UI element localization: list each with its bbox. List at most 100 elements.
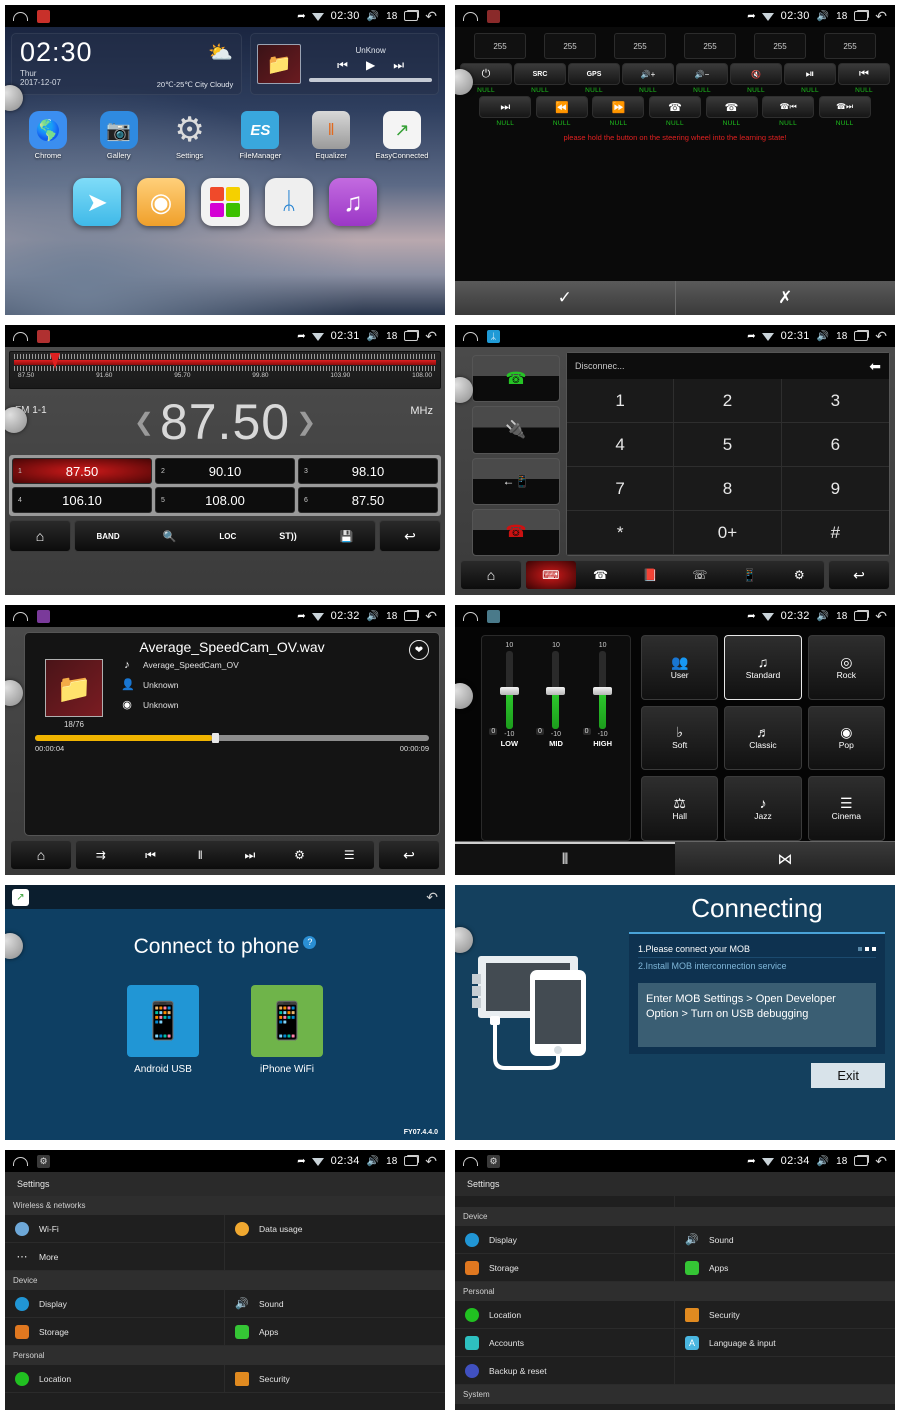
back-icon[interactable]: ↶ (425, 9, 437, 23)
previous-icon[interactable]: ⏮ (337, 58, 348, 73)
dial-key[interactable]: # (781, 511, 889, 555)
adc-value[interactable]: 255 (684, 33, 736, 59)
transfer-to-phone-icon[interactable]: ←📱 (472, 457, 560, 505)
settings-item-security[interactable]: Security (675, 1301, 895, 1329)
option-iphone-wifi[interactable]: 📱 iPhone WiFi (251, 985, 323, 1075)
settings-item-more[interactable]: ⋯ More (5, 1243, 225, 1271)
steering-function[interactable]: ☎⏮ NULL (762, 96, 815, 127)
clock-weather-widget[interactable]: 02:30 Thur 2017-12-07 ⛅ 20℃-25℃ City Clo… (11, 33, 243, 95)
slider-thumb[interactable] (593, 686, 613, 695)
preset-hall[interactable]: ⚖ Hall (641, 776, 719, 841)
dial-key[interactable]: 9 (781, 467, 889, 511)
stereo-icon[interactable]: ST)) (279, 531, 297, 541)
home-icon[interactable] (463, 1156, 478, 1166)
missed-call-icon[interactable]: ☏ (675, 561, 725, 589)
settings-item-data-usage[interactable]: Data usage (225, 1215, 445, 1243)
dial-key[interactable]: 3 (781, 379, 889, 423)
loc-icon[interactable]: LOC (219, 532, 236, 541)
adc-value[interactable]: 255 (614, 33, 666, 59)
dial-key[interactable]: 7 (567, 467, 675, 511)
app-filemanager[interactable]: ES FileManager (229, 111, 291, 160)
recents-icon[interactable] (404, 11, 419, 21)
dial-key[interactable]: 6 (781, 423, 889, 467)
home-icon[interactable] (13, 611, 28, 621)
adc-value[interactable]: 255 (544, 33, 596, 59)
home-button-icon[interactable]: ⌂ (10, 840, 72, 870)
frequency-dial[interactable]: 87.50 91.60 95.70 99.80 103.90 108.00 (9, 351, 441, 389)
app-settings[interactable]: ⚙ Settings (159, 111, 221, 160)
rotary-knob[interactable] (5, 407, 27, 433)
band-slider-high[interactable]: 10 0 -10 HIGH (582, 642, 623, 834)
slider-thumb[interactable] (499, 686, 519, 695)
option-android-usb[interactable]: 📱 Android USB (127, 985, 199, 1075)
number-input[interactable]: Disconnec... ⬅ (567, 353, 889, 379)
previous-track-icon[interactable]: ⏮ (126, 841, 176, 869)
play-icon[interactable]: ▶ (366, 58, 375, 73)
app-chrome[interactable]: 🌎 Chrome (17, 111, 79, 160)
back-icon[interactable]: ↶ (425, 1154, 437, 1168)
back-icon[interactable]: ↶ (426, 889, 438, 906)
back-button-icon[interactable]: ↩ (379, 520, 441, 552)
tab-equalizer[interactable]: ⦀ (455, 842, 675, 875)
band-slider-low[interactable]: 10 0 -10 LOW (489, 642, 529, 834)
dial-key[interactable]: 1 (567, 379, 675, 423)
save-icon[interactable]: 💾 (340, 530, 354, 543)
back-icon[interactable]: ↶ (875, 329, 887, 343)
band-slider-mid[interactable]: 10 0 -10 MID (535, 642, 576, 834)
settings-item-language-input[interactable]: A Language & input (675, 1329, 895, 1357)
back-button-icon[interactable]: ↩ (378, 840, 440, 870)
home-icon[interactable] (13, 331, 28, 341)
settings-item-display[interactable]: Display (455, 1226, 675, 1254)
recents-icon[interactable] (854, 611, 869, 621)
preset-user[interactable]: 👥 User (641, 635, 719, 700)
recents-icon[interactable] (404, 1156, 419, 1166)
cancel-button[interactable]: ✗ (676, 281, 896, 315)
app-equalizer[interactable]: ‖ Equalizer (300, 111, 362, 160)
settings-item-apps[interactable]: Apps (675, 1254, 895, 1282)
chevron-right-icon[interactable]: ❯ (296, 408, 316, 437)
steering-function[interactable]: GPS NULL (568, 63, 620, 94)
steering-function[interactable]: ☎ NULL (648, 96, 701, 127)
back-icon[interactable]: ↶ (875, 1154, 887, 1168)
steering-function[interactable]: ⏪ NULL (535, 96, 588, 127)
dialpad-icon[interactable]: ⌨ (526, 561, 576, 589)
tab-balance-fader[interactable]: ⋈ (675, 842, 895, 875)
steering-function[interactable]: ☎ NULL (705, 96, 758, 127)
preset-pop[interactable]: ◉ Pop (807, 705, 885, 771)
dial-key[interactable]: 5 (674, 423, 782, 467)
slider-track[interactable] (546, 651, 566, 729)
back-icon[interactable]: ↶ (875, 9, 887, 23)
steering-function[interactable]: SRC NULL (514, 63, 566, 94)
home-icon[interactable] (463, 11, 478, 21)
bt-music-icon[interactable]: 📱 (725, 561, 775, 589)
music-note-icon[interactable]: ♫ (329, 178, 377, 226)
recents-icon[interactable] (404, 611, 419, 621)
settings-item-accounts[interactable]: Accounts (455, 1329, 675, 1357)
preset-rock[interactable]: ◎ Rock (807, 635, 885, 700)
preset-button[interactable]: 3 98.10 (298, 458, 438, 484)
preset-standard[interactable]: ♫ Standard (724, 635, 802, 700)
dial-key[interactable]: * (567, 511, 675, 555)
backspace-arrow-icon[interactable]: ⬅ (869, 358, 881, 375)
recents-icon[interactable] (854, 1156, 869, 1166)
navigation-compass-icon[interactable]: ➤ (73, 178, 121, 226)
media-widget[interactable]: 📁 UnKnow ⏮ ▶ ⏭ (250, 33, 439, 95)
seek-bar[interactable] (35, 733, 429, 743)
home-icon[interactable] (463, 611, 478, 621)
bluetooth-icon[interactable]: ᛦ (265, 178, 313, 226)
steering-function[interactable]: ⏮ NULL (838, 63, 890, 94)
home-icon[interactable] (13, 1156, 28, 1166)
adc-value[interactable]: 255 (474, 33, 526, 59)
home-button-icon[interactable]: ⌂ (460, 560, 522, 590)
settings-item-location[interactable]: Location (5, 1365, 225, 1393)
slider-track[interactable] (499, 651, 519, 729)
call-end-icon[interactable]: ☎ (472, 508, 560, 556)
call-log-icon[interactable]: ☎ (576, 561, 626, 589)
preset-button[interactable]: 1 87.50 (12, 458, 152, 484)
contacts-book-icon[interactable]: 📕 (625, 561, 675, 589)
pause-icon[interactable]: ‖ (175, 841, 225, 869)
steering-function[interactable]: 🔇 NULL (730, 63, 782, 94)
preset-soft[interactable]: ♭ Soft (641, 705, 719, 771)
preset-button[interactable]: 6 87.50 (298, 487, 438, 513)
next-track-icon[interactable]: ⏭ (225, 841, 275, 869)
